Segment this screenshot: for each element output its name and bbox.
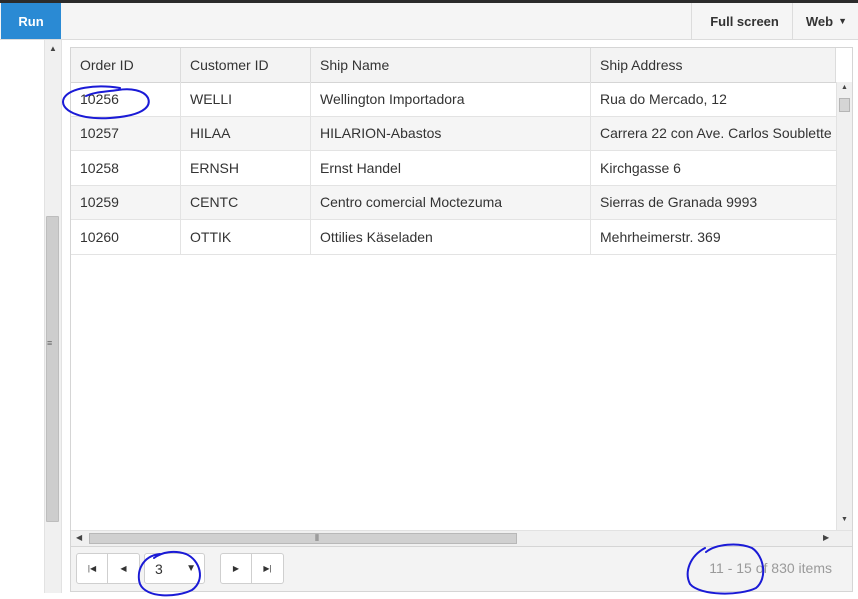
pager-info: 11 - 15 of 830 items bbox=[709, 560, 832, 576]
page-select[interactable]: 3 ▼ bbox=[144, 553, 205, 584]
column-header-order-id[interactable]: Order ID bbox=[71, 48, 181, 82]
cell-ship-name: Centro comercial Moctezuma bbox=[311, 185, 591, 219]
scroll-up-icon[interactable]: ▲ bbox=[49, 44, 57, 53]
cell-order-id: 10260 bbox=[71, 220, 181, 254]
cell-customer-id: CENTC bbox=[181, 185, 311, 219]
cell-ship-address: Kirchgasse 6 bbox=[600, 159, 681, 176]
grid-body: 10256 WELLI Wellington Importadora Rua d… bbox=[71, 82, 836, 530]
last-page-icon: ▶| bbox=[263, 564, 272, 573]
scroll-up-icon[interactable]: ▲ bbox=[841, 84, 848, 91]
run-button[interactable]: Run bbox=[1, 3, 61, 39]
scroll-left-icon[interactable]: ◀ bbox=[76, 533, 82, 542]
table-row[interactable]: 10260 OTTIK Ottilies Käseladen Mehrheime… bbox=[71, 220, 836, 255]
previous-page-button[interactable]: ◀ bbox=[108, 553, 140, 584]
cell-ship-name: Ottilies Käseladen bbox=[311, 220, 591, 254]
horizontal-scrollbar-thumb[interactable]: ⦀ bbox=[89, 533, 517, 544]
cell-ship-address: Sierras de Granada 9993 bbox=[600, 194, 758, 211]
cell-ship-name: Ernst Handel bbox=[311, 151, 591, 185]
grip-icon: ≡ bbox=[47, 338, 53, 348]
web-dropdown-label: Web bbox=[805, 13, 834, 29]
scroll-right-icon[interactable]: ▶ bbox=[823, 533, 829, 542]
table-row[interactable]: 10259 CENTC Centro comercial Moctezuma S… bbox=[71, 185, 836, 220]
cell-order-id: 10256 bbox=[71, 82, 181, 116]
page-select-value: 3 bbox=[155, 561, 163, 577]
toolbar-right: Full screen Web ▼ bbox=[691, 3, 858, 39]
cell-order-id: 10259 bbox=[71, 185, 181, 219]
column-header-ship-address[interactable]: Ship Address bbox=[591, 48, 836, 82]
grid-header: Order ID Customer ID Ship Name Ship Addr… bbox=[71, 48, 836, 83]
cell-customer-id: ERNSH bbox=[181, 151, 311, 185]
table-row[interactable]: 10258 ERNSH Ernst Handel Kirchgasse 6 bbox=[71, 151, 836, 186]
first-page-icon: |◀ bbox=[87, 564, 97, 573]
cell-ship-address: Mehrheimerstr. 369 bbox=[600, 228, 721, 245]
last-page-button[interactable]: ▶| bbox=[252, 553, 284, 584]
table-row[interactable]: 10256 WELLI Wellington Importadora Rua d… bbox=[71, 82, 836, 117]
web-dropdown[interactable]: Web ▼ bbox=[791, 3, 858, 39]
column-header-customer-id[interactable]: Customer ID bbox=[181, 48, 311, 82]
cell-order-id: 10258 bbox=[71, 151, 181, 185]
next-page-button[interactable]: ▶ bbox=[220, 553, 252, 584]
first-page-button[interactable]: |◀ bbox=[76, 553, 108, 584]
vertical-scrollbar-thumb[interactable] bbox=[839, 98, 850, 112]
outer-scrollbar-thumb[interactable] bbox=[46, 216, 59, 522]
scroll-down-icon[interactable]: ▼ bbox=[841, 516, 848, 523]
grip-icon: ⦀ bbox=[315, 533, 319, 543]
cell-order-id: 10257 bbox=[71, 116, 181, 150]
caret-down-icon: ▼ bbox=[838, 16, 847, 26]
cell-ship-name: HILARION-Abastos bbox=[311, 116, 591, 150]
previous-page-icon: ◀ bbox=[120, 564, 127, 573]
cell-ship-address: Carrera 22 con Ave. Carlos Soublette bbox=[600, 125, 832, 142]
cell-ship-address: Rua do Mercado, 12 bbox=[600, 90, 727, 107]
column-header-ship-name[interactable]: Ship Name bbox=[311, 48, 591, 82]
orders-grid: Order ID Customer ID Ship Name Ship Addr… bbox=[70, 47, 853, 592]
next-page-icon: ▶ bbox=[232, 564, 240, 573]
grid-vertical-scrollbar[interactable]: ▲ ▼ bbox=[836, 82, 852, 530]
grid-horizontal-scrollbar[interactable]: ◀ ⦀ ▶ bbox=[71, 530, 852, 546]
cell-customer-id: WELLI bbox=[181, 82, 311, 116]
pager: |◀ ◀ 3 ▼ ▶ ▶| 11 - 15 of 830 items bbox=[71, 546, 852, 591]
table-row[interactable]: 10257 HILAA HILARION-Abastos Carrera 22 … bbox=[71, 116, 836, 151]
chevron-down-icon: ▼ bbox=[186, 563, 196, 574]
cell-customer-id: OTTIK bbox=[181, 220, 311, 254]
cell-ship-name: Wellington Importadora bbox=[311, 82, 591, 116]
fullscreen-button[interactable]: Full screen bbox=[691, 3, 792, 39]
cell-customer-id: HILAA bbox=[181, 116, 311, 150]
outer-scrollbar[interactable]: ▲ ≡ bbox=[44, 40, 62, 593]
